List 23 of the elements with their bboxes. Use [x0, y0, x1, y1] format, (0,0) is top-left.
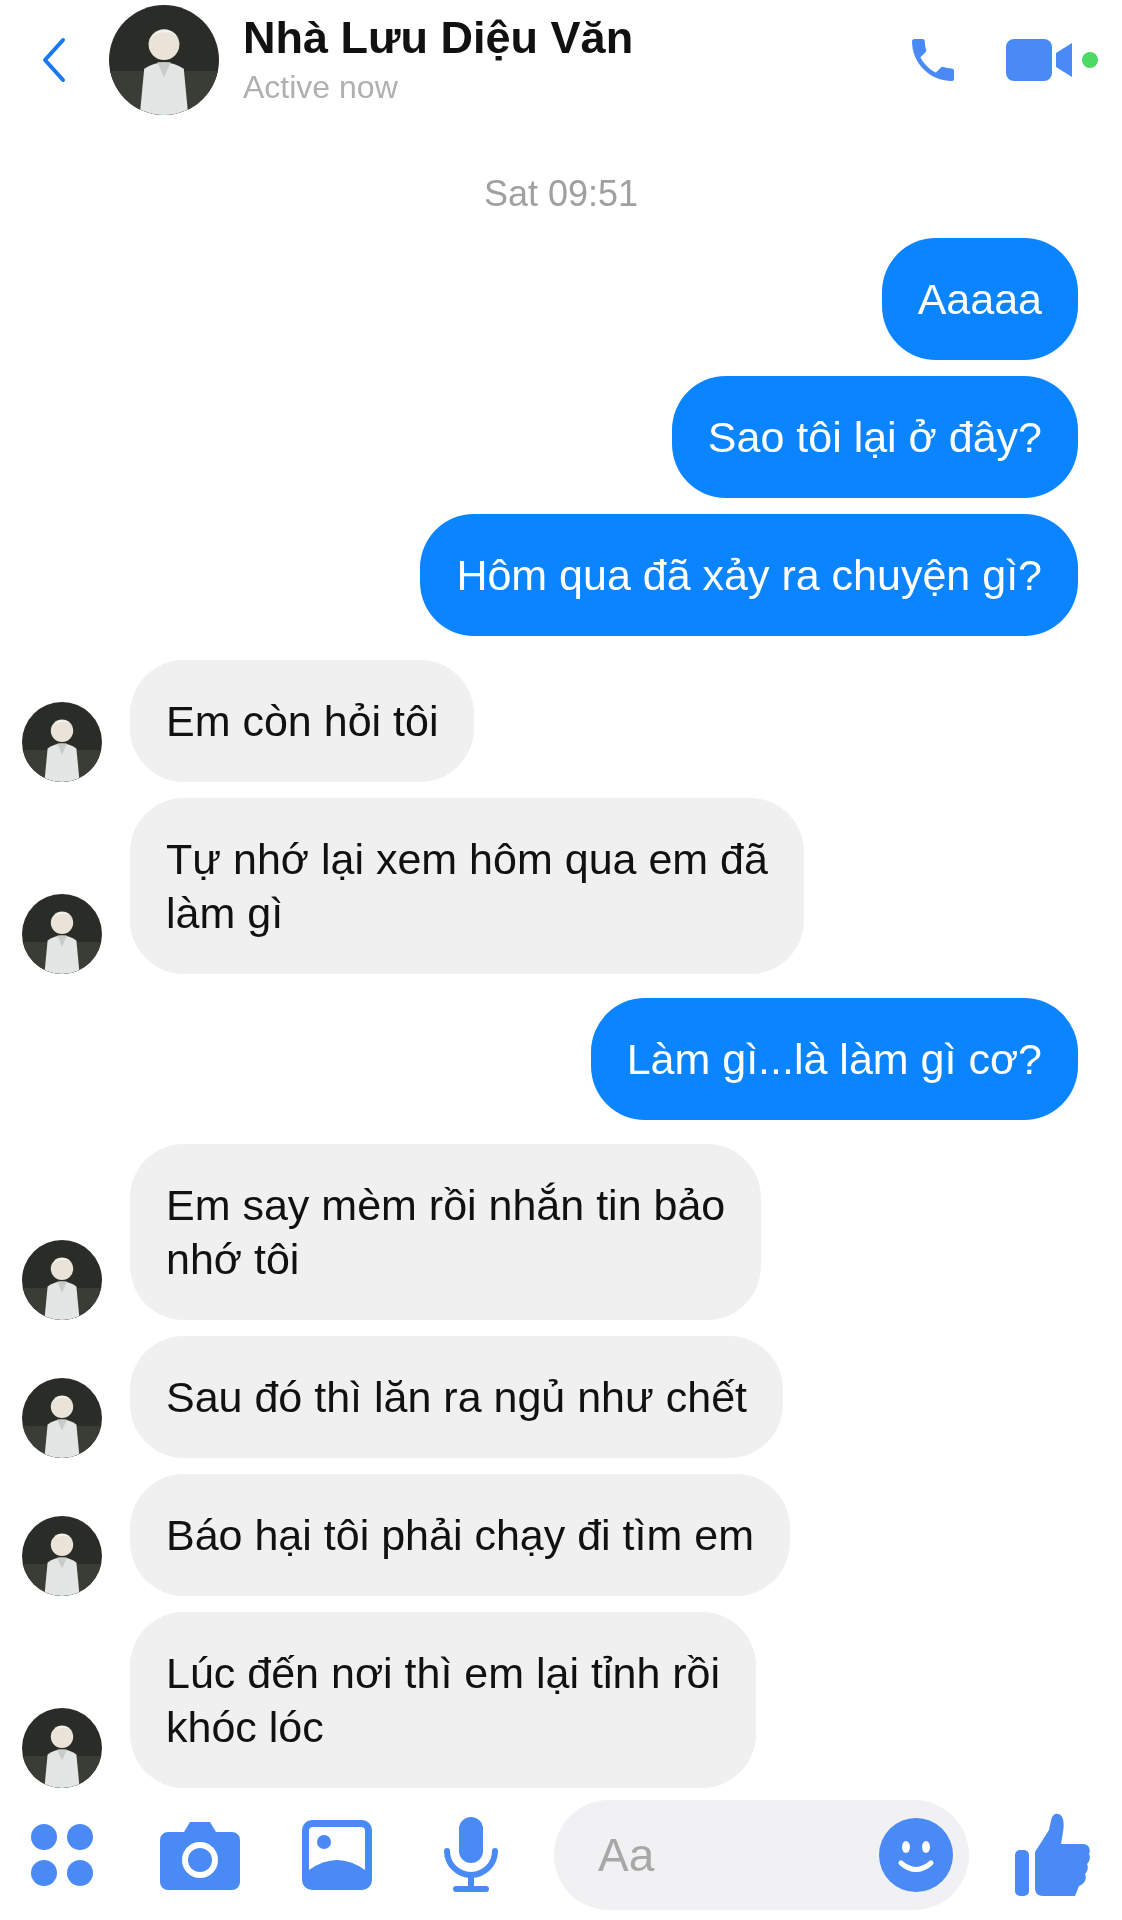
sent-message: Làm gì...là làm gì cơ?: [590, 998, 1078, 1120]
sent-message: Aaaaa: [881, 238, 1078, 360]
four-dots-icon: [29, 1822, 95, 1888]
received-message: Sau đó thì lăn ra ngủ như chết: [130, 1336, 784, 1458]
active-status: Active now: [243, 68, 399, 107]
message-input[interactable]: Aa: [598, 1820, 879, 1890]
received-message: Em say mèm rồi nhắn tin bảo nhớ tôi: [130, 1144, 762, 1320]
message-field[interactable]: Aa: [554, 1800, 969, 1910]
image-icon: [302, 1820, 372, 1890]
smiley-icon[interactable]: [879, 1818, 953, 1892]
received-message: Lúc đến nơi thì em lại tỉnh rồi khóc lóc: [130, 1612, 757, 1788]
timestamp: Sat 09:51: [483, 172, 639, 216]
thumbs-up-icon: [1015, 1812, 1091, 1898]
received-message: Tự nhớ lại xem hôm qua em đã làm gì: [130, 798, 804, 974]
sent-message: Sao tôi lại ở đây?: [671, 376, 1078, 498]
microphone-icon: [442, 1817, 500, 1893]
camera-icon: [160, 1820, 240, 1890]
gallery-button[interactable]: [300, 1817, 374, 1893]
contact-name: Nhà Lưu Diệu Văn: [243, 13, 634, 63]
received-message: Báo hại tôi phải chạy đi tìm em: [130, 1474, 790, 1596]
sent-message: Hôm qua đã xảy ra chuyện gì?: [420, 514, 1078, 636]
back-icon: [41, 36, 67, 84]
received-message: Em còn hỏi tôi: [130, 660, 475, 782]
